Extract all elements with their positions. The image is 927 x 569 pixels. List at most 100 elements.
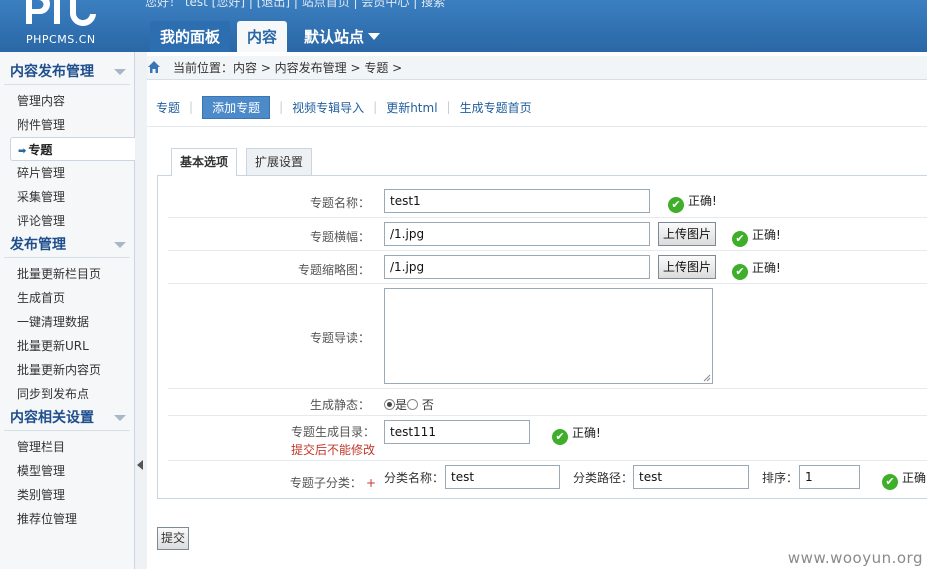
breadcrumb: 当前位置：内容 > 内容发布管理 > 专题 > <box>147 56 927 80</box>
tab-content[interactable]: 内容 <box>237 21 288 52</box>
sidebar-group-title[interactable]: 内容发布管理 <box>0 60 134 84</box>
subcategory-label-wrap: 专题子分类： + <box>250 474 376 491</box>
divider: | <box>189 100 194 114</box>
static-yes-label: 是 <box>395 398 408 412</box>
valid-indicator: ✔ 正确 <box>882 469 927 490</box>
static-radio-group: 是 否 <box>384 396 434 413</box>
tab-basic-options[interactable]: 基本选项 <box>171 148 238 176</box>
sidebar-item-models[interactable]: 模型管理 <box>0 459 134 483</box>
static-label: 生成静态： <box>309 398 370 412</box>
sub-navigation: 专题 | 添加专题 | 视频专辑导入 | 更新html | 生成专题首页 <box>156 95 532 119</box>
banner-label: 专题横幅： <box>309 230 370 244</box>
check-icon: ✔ <box>668 197 684 213</box>
sidebar-item-attachments[interactable]: 附件管理 <box>0 113 134 137</box>
top-links[interactable]: 您好！ test [您好] | [退出] | 站点首页 | 会员中心 | 搜索 <box>145 0 445 10</box>
sidebar: 内容发布管理 管理内容 附件管理 ➡ 专题 碎片管理 采集管理 评论管理 发布管理… <box>0 52 136 569</box>
caret-down-icon <box>368 33 381 40</box>
upload-banner-button[interactable]: 上传图片 <box>658 222 717 246</box>
special-name-input[interactable]: test1 <box>384 189 650 213</box>
intro-label: 专题导读： <box>309 331 370 345</box>
static-no-label: 否 <box>421 398 434 412</box>
sidebar-item-manage-category[interactable]: 管理栏目 <box>0 435 134 459</box>
directory-label: 专题生成目录： <box>290 425 375 439</box>
subcategory-order-label: 排序： <box>762 471 799 485</box>
subnav-add-special[interactable]: 添加专题 <box>202 95 271 119</box>
sidebar-group-label: 内容发布管理 <box>10 64 94 80</box>
subcategory-order-input[interactable]: 1 <box>799 465 860 489</box>
collapse-triangle-icon <box>114 415 126 421</box>
sidebar-group-label: 内容相关设置 <box>10 410 94 426</box>
sidebar-item-types[interactable]: 类别管理 <box>0 483 134 507</box>
tab-extended-settings[interactable]: 扩展设置 <box>246 148 313 175</box>
divider <box>168 415 927 416</box>
sidebar-item-clear-data[interactable]: 一键清理数据 <box>0 310 134 334</box>
tab-default-site[interactable]: 默认站点 <box>294 21 390 52</box>
top-header: PHPCMS.CN 您好！ test [您好] | [退出] | 站点首页 | … <box>0 0 927 52</box>
sidebar-item-special[interactable]: ➡ 专题 <box>10 137 136 161</box>
sidebar-group-label: 发布管理 <box>10 237 66 253</box>
sidebar-item-sync-publish[interactable]: 同步到发布点 <box>0 382 134 406</box>
subnav-video-import[interactable]: 视频专辑导入 <box>292 99 364 116</box>
divider: | <box>279 100 284 114</box>
valid-text: 正确! <box>752 261 781 275</box>
divider <box>168 460 927 461</box>
sidebar-item-manage-content[interactable]: 管理内容 <box>0 89 134 113</box>
valid-text: 正确! <box>688 194 717 208</box>
add-subcategory-icon[interactable]: + <box>366 476 376 490</box>
sidebar-item-batch-category[interactable]: 批量更新栏目页 <box>0 262 134 286</box>
sidebar-item-batch-content[interactable]: 批量更新内容页 <box>0 358 134 382</box>
collapse-left-icon[interactable] <box>137 460 143 470</box>
sidebar-collapse-strip[interactable] <box>135 52 147 569</box>
collapse-triangle-icon <box>114 242 126 248</box>
breadcrumb-text: 当前位置：内容 > 内容发布管理 > 专题 > <box>173 61 403 75</box>
directory-input[interactable]: test111 <box>384 420 530 444</box>
sidebar-item-fragments[interactable]: 碎片管理 <box>0 161 134 185</box>
sidebar-group-title[interactable]: 发布管理 <box>0 233 134 257</box>
intro-textarea[interactable] <box>384 288 713 384</box>
sidebar-item-batch-url[interactable]: 批量更新URL <box>0 334 134 358</box>
sidebar-item-collect[interactable]: 采集管理 <box>0 185 134 209</box>
thumbnail-input[interactable]: /1.jpg <box>384 255 650 279</box>
phpcms-logo <box>26 0 96 26</box>
static-no-radio[interactable] <box>407 399 419 410</box>
valid-text: 正确! <box>752 228 781 242</box>
divider <box>168 388 927 389</box>
subcategory-name-input[interactable]: test <box>445 465 560 489</box>
upload-thumbnail-button[interactable]: 上传图片 <box>658 255 717 279</box>
divider: | <box>373 100 378 114</box>
static-yes-radio[interactable] <box>384 399 395 410</box>
banner-input[interactable]: /1.jpg <box>384 222 650 246</box>
resize-handle-icon[interactable] <box>703 374 711 382</box>
sidebar-item-comments[interactable]: 评论管理 <box>0 209 134 233</box>
subnav-special[interactable]: 专题 <box>156 99 180 116</box>
directory-warning: 提交后不能修改 <box>290 443 375 457</box>
valid-text: 正确! <box>572 426 601 440</box>
collapse-triangle-icon <box>114 69 126 75</box>
sidebar-group-title[interactable]: 内容相关设置 <box>0 406 134 430</box>
subcategory-name-label: 分类名称： <box>384 471 445 485</box>
divider: | <box>446 100 451 114</box>
sidebar-item-gen-index[interactable]: 生成首页 <box>0 286 134 310</box>
thumbnail-label: 专题缩略图： <box>297 263 370 277</box>
sidebar-item-positions[interactable]: 推荐位管理 <box>0 507 134 531</box>
home-icon <box>148 61 160 73</box>
valid-indicator: ✔ 正确! <box>732 259 781 280</box>
valid-text: 正确 <box>902 471 927 485</box>
tab-my-panel[interactable]: 我的面板 <box>150 21 231 52</box>
check-icon: ✔ <box>732 264 748 280</box>
watermark: www.wooyun.org <box>787 549 923 567</box>
check-icon: ✔ <box>882 474 898 490</box>
check-icon: ✔ <box>732 231 748 247</box>
valid-indicator: ✔ 正确! <box>668 192 717 213</box>
main-tabs: 我的面板 内容 默认站点 <box>150 21 397 52</box>
subcategory-label: 专题子分类： <box>289 476 362 490</box>
divider <box>168 217 927 218</box>
subnav-gen-special-index[interactable]: 生成专题首页 <box>460 99 532 116</box>
tab-default-site-label: 默认站点 <box>304 28 365 46</box>
check-icon: ✔ <box>552 429 568 445</box>
subcategory-path-input[interactable]: test <box>633 465 749 489</box>
subnav-update-html[interactable]: 更新html <box>386 99 437 116</box>
special-name-label: 专题名称： <box>309 196 370 210</box>
divider <box>147 126 927 127</box>
submit-button[interactable]: 提交 <box>157 527 190 550</box>
